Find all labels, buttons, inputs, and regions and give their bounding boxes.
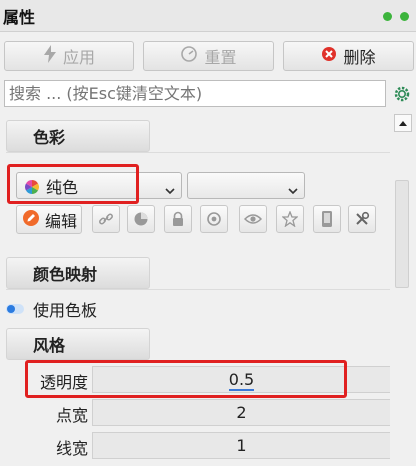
scroll-up-arrow-icon[interactable]: [394, 114, 412, 132]
panel-title: 属性: [3, 8, 36, 27]
vertical-scrollbar[interactable]: [390, 112, 416, 466]
delete-button[interactable]: 删除: [283, 41, 414, 71]
line-width-value: 1: [236, 436, 247, 455]
tools-icon[interactable]: [348, 205, 376, 233]
lightning-icon: [43, 45, 57, 67]
shading-icon[interactable]: [127, 205, 155, 233]
line-width-field[interactable]: 1: [92, 432, 391, 459]
use-palette-label: 使用色板: [33, 301, 98, 320]
point-width-label: 点宽: [55, 406, 88, 425]
style-section-title: 风格: [33, 336, 66, 355]
reset-button[interactable]: 重置: [143, 41, 274, 71]
highlight-box: [25, 360, 347, 398]
link-icon[interactable]: [92, 205, 120, 233]
apply-button[interactable]: 应用: [4, 41, 134, 71]
ring-icon[interactable]: [200, 205, 228, 233]
search-input[interactable]: [4, 80, 386, 107]
style-section-header[interactable]: 风格: [6, 328, 150, 360]
lock-icon[interactable]: [164, 205, 192, 233]
secondary-select[interactable]: [187, 172, 305, 199]
status-dot-icon[interactable]: [383, 12, 392, 21]
section-divider: [6, 152, 390, 153]
delete-button-label: 删除: [343, 48, 376, 67]
status-dot-icon[interactable]: [400, 12, 409, 21]
chevron-down-icon: [165, 180, 175, 199]
use-palette-toggle[interactable]: 使用色板: [6, 298, 97, 320]
reset-button-label: 重置: [204, 48, 237, 67]
point-width-field[interactable]: 2: [92, 399, 391, 426]
settings-gear-icon[interactable]: [389, 80, 414, 107]
section-divider: [6, 289, 390, 290]
apply-button-label: 应用: [62, 48, 95, 67]
edit-pencil-icon: [23, 209, 39, 230]
delete-x-icon: [321, 46, 337, 66]
scrollbar-thumb[interactable]: [395, 180, 409, 288]
chevron-down-icon: [288, 180, 298, 199]
reset-gauge-icon: [180, 45, 198, 67]
panel-titlebar: 属性: [0, 0, 416, 32]
color-mapping-section-header[interactable]: 颜色映射: [6, 257, 150, 289]
line-width-label: 线宽: [55, 439, 88, 458]
color-section-title: 色彩: [33, 128, 66, 147]
edit-button-label: 编辑: [45, 211, 78, 231]
star-icon[interactable]: [276, 205, 304, 233]
color-mapping-section-title: 颜色映射: [33, 265, 98, 284]
phone-icon[interactable]: [313, 205, 341, 233]
eye-icon[interactable]: [239, 205, 267, 233]
point-width-value: 2: [236, 403, 247, 422]
highlight-box: [7, 164, 139, 204]
toggle-switch-icon: [6, 300, 24, 318]
edit-button[interactable]: 编辑: [16, 205, 82, 234]
color-section-header[interactable]: 色彩: [6, 120, 150, 152]
